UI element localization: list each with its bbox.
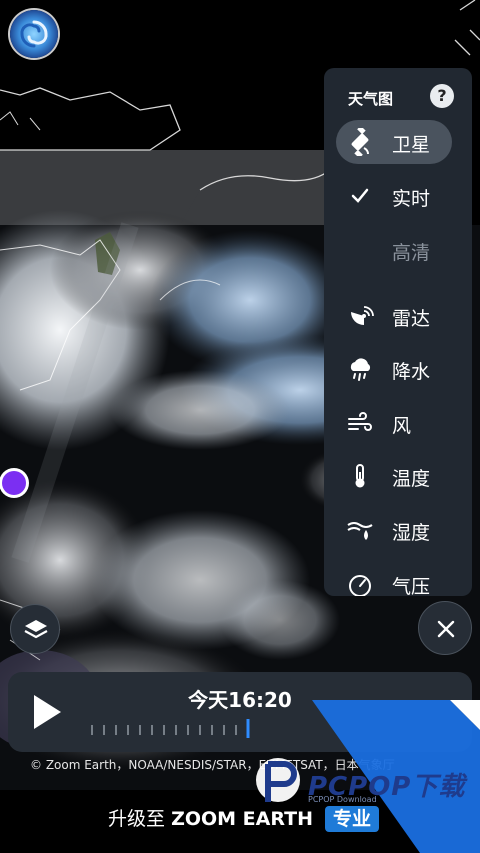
layer-realtime-label: 实时 — [392, 188, 431, 210]
panel-header: 天气图 ? — [324, 68, 472, 126]
upgrade-brand: ZOOM EARTH — [171, 808, 313, 830]
layer-humidity-label: 湿度 — [392, 522, 431, 544]
layer-satellite-label: 卫星 — [392, 134, 431, 156]
pressure-gauge-icon — [349, 575, 371, 596]
layer-hd[interactable]: 高清 — [336, 228, 452, 272]
weather-map-panel: 天气图 ? 卫星 实时 高清 雷达 降水 风 温度 湿度 气压 — [324, 68, 472, 596]
layer-hd-label: 高清 — [392, 242, 431, 264]
map-credits: © Zoom Earth，NOAA/NESDIS/STAR，EUMETSAT，日… — [30, 758, 395, 772]
layer-wind[interactable]: 风 — [336, 401, 452, 445]
timeline-time: 今天16:20 — [188, 688, 292, 712]
wind-icon — [348, 412, 372, 431]
close-panel-button[interactable] — [418, 601, 472, 655]
check-icon — [351, 188, 369, 203]
upgrade-prefix: 升级至 — [108, 808, 166, 830]
layers-icon — [24, 620, 48, 639]
layer-pressure[interactable]: 气压 — [336, 562, 452, 596]
radar-icon — [351, 306, 374, 325]
zoom-earth-logo-button[interactable] — [10, 10, 58, 58]
thermometer-icon — [355, 464, 365, 488]
layer-temperature[interactable]: 温度 — [336, 454, 452, 498]
layer-realtime[interactable]: 实时 — [336, 174, 452, 218]
layer-precipitation-label: 降水 — [392, 361, 431, 383]
upgrade-banner[interactable]: 升级至 ZOOM EARTH 专业 — [0, 790, 480, 853]
layer-humidity[interactable]: 湿度 — [336, 508, 452, 552]
swirl-icon — [20, 20, 48, 48]
close-icon — [437, 620, 455, 638]
layer-precipitation[interactable]: 降水 — [336, 347, 452, 391]
humidity-icon — [347, 522, 373, 540]
layers-button[interactable] — [10, 604, 60, 654]
layer-satellite[interactable]: 卫星 — [336, 120, 452, 164]
timeline-bar: 今天16:20 — [8, 672, 472, 752]
layer-wind-label: 风 — [392, 415, 412, 437]
upgrade-text: 升级至 ZOOM EARTH 专业 — [108, 804, 380, 832]
layer-radar[interactable]: 雷达 — [336, 294, 452, 338]
layer-pressure-label: 气压 — [392, 576, 431, 596]
panel-title: 天气图 — [348, 90, 394, 108]
layer-radar-label: 雷达 — [392, 308, 431, 330]
satellite-icon — [351, 128, 369, 156]
timeline-scrubber[interactable] — [90, 718, 350, 740]
precipitation-icon — [350, 358, 371, 381]
current-location-marker[interactable] — [2, 471, 26, 495]
layer-temperature-label: 温度 — [392, 468, 431, 490]
pro-badge[interactable]: 专业 — [325, 806, 380, 832]
help-button[interactable]: ? — [430, 84, 454, 108]
